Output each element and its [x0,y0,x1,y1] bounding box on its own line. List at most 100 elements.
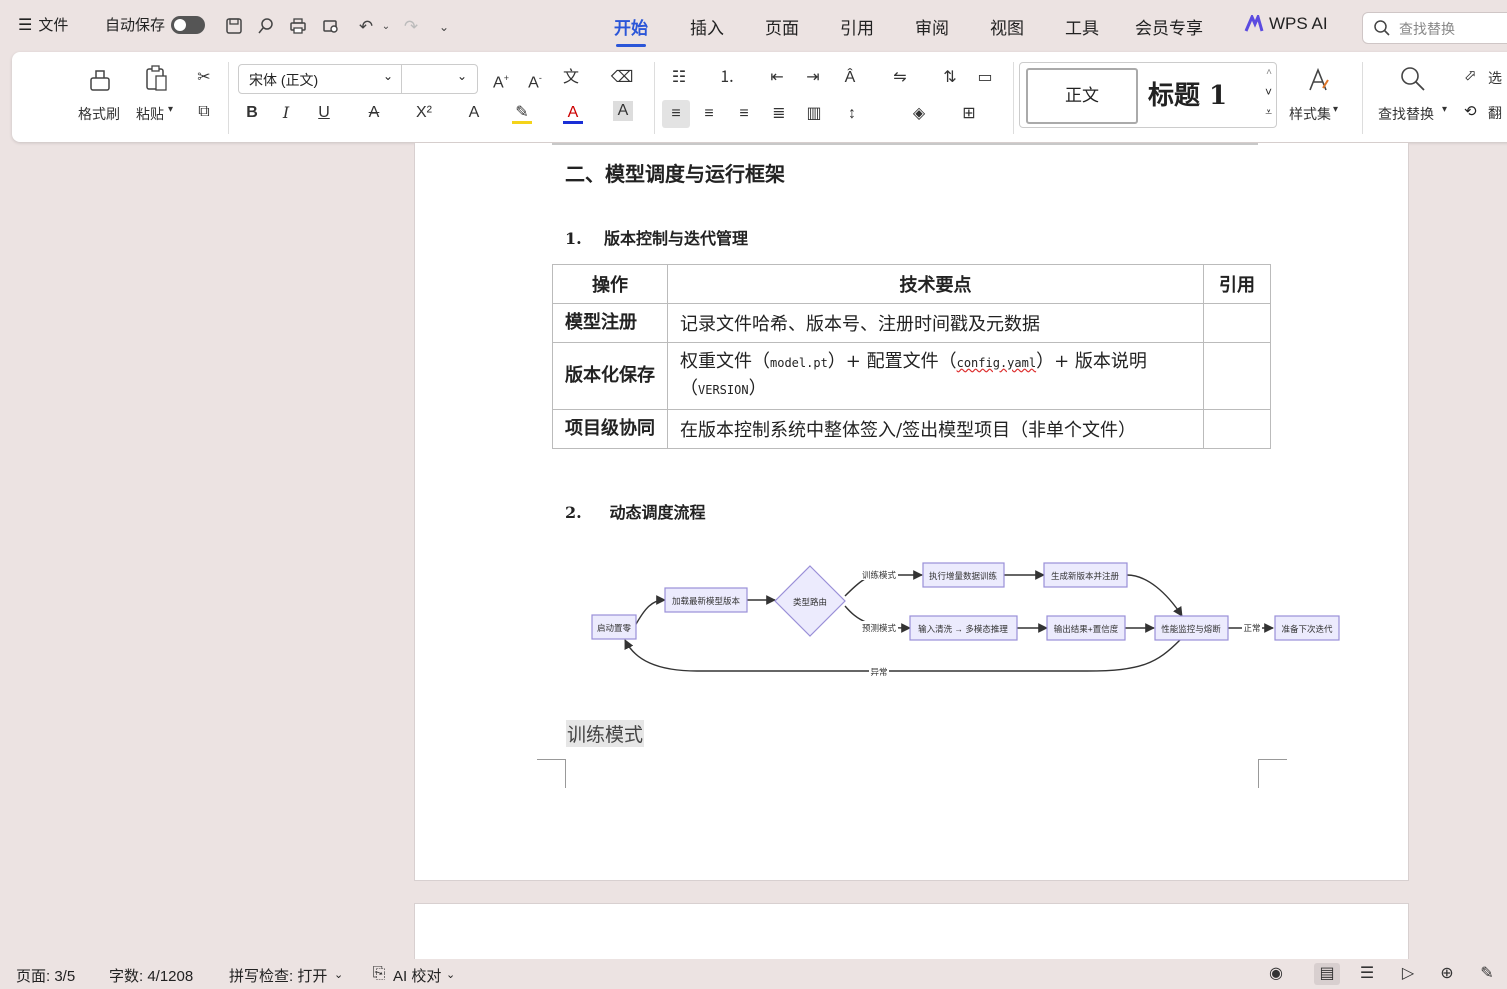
increase-font-icon[interactable]: A+ [489,66,513,91]
table-cell-op: 版本化保存 [552,342,668,410]
copy-icon[interactable]: ⧉ [192,100,216,124]
sort-az-icon[interactable]: ⇅ [938,66,962,90]
italic-icon[interactable]: I [274,101,298,125]
file-menu[interactable]: ☰ 文件 [18,14,68,35]
selected-text[interactable]: 训练模式 [566,720,645,747]
table-header: 技术要点 [667,264,1204,304]
ai-check-status[interactable]: AI 校对 [393,965,441,986]
phonetic-guide-icon[interactable]: 文 [559,66,583,90]
tab-view[interactable]: 视图 [990,14,1024,39]
table-cell-ref [1203,409,1271,449]
margin-corner-mark [1258,759,1287,788]
cut-icon[interactable]: ✂ [192,66,216,90]
code-run-misspelled: config.yaml [956,356,1037,370]
print-icon[interactable] [287,16,309,38]
tab-review[interactable]: 审阅 [915,14,949,39]
font-color-icon[interactable]: A [563,101,583,124]
align-center-icon[interactable]: ≡ [697,102,721,126]
customize-chevron-icon[interactable]: ⌄ [433,16,455,38]
style-normal[interactable]: 正文 [1026,68,1138,124]
tab-wps-ai[interactable]: WPS AI [1244,14,1328,34]
file-menu-label: 文件 [38,17,69,34]
spell-check-dropdown-icon[interactable]: ⌄ [334,968,343,981]
wps-ai-label: WPS AI [1269,14,1328,33]
print-preview-icon[interactable] [320,16,342,38]
align-left-icon[interactable]: ≡ [662,100,690,128]
ai-check-dropdown-icon[interactable]: ⌄ [446,968,455,981]
format-painter-button[interactable]: 格式刷 [72,64,132,124]
decrease-indent-icon[interactable]: ⇤ [765,66,789,90]
font-size-dropdown-icon[interactable]: ⌄ [457,69,467,83]
undo-dropdown-icon[interactable]: ⌄ [375,16,397,38]
table-cell-ref [1203,303,1271,343]
ai-check-icon: ⎘ [372,965,386,982]
borders-icon[interactable]: ⊞ [957,102,981,126]
page-indicator[interactable]: 页面: 3/5 [16,965,75,986]
outline-view-icon[interactable]: ☰ [1356,963,1378,985]
export-pdf-icon[interactable] [255,16,277,38]
autosave-toggle[interactable]: 自动保存 [105,14,206,35]
text-direction-icon[interactable]: Â [838,66,862,90]
style-heading-1[interactable]: 标题 1 [1148,75,1227,112]
bullet-list-icon[interactable]: ☷ [667,66,691,90]
numbered-list-icon[interactable]: ⒈ [715,66,739,90]
table-cell-op: 模型注册 [552,303,668,343]
show-marks-icon[interactable]: ▭ [973,66,997,90]
web-view-icon[interactable]: ⊕ [1436,963,1458,985]
play-icon[interactable]: ▷ [1397,963,1419,985]
align-right-icon[interactable]: ≡ [732,102,756,126]
style-set-button[interactable]: 样式集 ▾ [1287,64,1349,124]
next-page[interactable] [414,903,1409,964]
document-page[interactable]: 二、模型调度与运行框架 1. 版本控制与迭代管理 操作 技术要点 引用 模型注册… [414,143,1409,881]
text-effect-icon[interactable]: A [462,101,486,125]
underline-icon[interactable]: U [312,101,336,125]
dispatch-flowchart[interactable]: 启动置零 加载最新模型版本 类型路由 执行增量数据训练 生成新版本并注册 输入清… [587,548,1347,698]
strikethrough-icon[interactable]: A [362,101,386,125]
save-icon[interactable] [223,16,245,38]
style-scroll-down-icon[interactable]: ˅ [1265,85,1272,99]
table-row: 项目级协同 在版本控制系统中整体签入/签出模型项目（非单个文件） [552,409,1271,449]
find-replace-button[interactable]: 查找替换 ▾ [1376,64,1456,124]
distributed-icon[interactable]: ▥ [802,102,826,126]
style-set-icon [1309,67,1329,91]
eye-icon[interactable]: ◉ [1265,963,1287,985]
pen-icon[interactable]: ✎ [1476,963,1498,985]
style-set-label: 样式集 [1289,106,1331,122]
table-cell-point: 在版本控制系统中整体签入/签出模型项目（非单个文件） [667,409,1204,449]
find-replace-label: 查找替换 [1378,106,1434,122]
shading-icon[interactable]: ◈ [907,102,931,126]
page-view-icon[interactable]: ▤ [1314,963,1340,985]
tab-insert[interactable]: 插入 [690,14,724,39]
flow-node-register: 生成新版本并注册 [1051,571,1120,581]
tab-page[interactable]: 页面 [765,14,799,39]
word-count[interactable]: 字数: 4/1208 [109,965,193,986]
translate-label: 翻 [1488,105,1502,121]
table-cell-op: 项目级协同 [552,409,668,449]
paste-button[interactable]: 粘贴 ▾ [132,64,182,124]
clear-format-icon[interactable]: ⌫ [610,66,634,90]
spell-check-status[interactable]: 拼写检查: 打开 [229,965,327,986]
undo-icon[interactable]: ↶ [355,16,377,38]
superscript-icon[interactable]: X² [412,101,436,125]
search-box[interactable]: 查找替换 [1362,12,1507,44]
sort-icon[interactable]: ⇋ [888,66,912,90]
highlight-icon[interactable]: ✎ [512,101,532,124]
increase-indent-icon[interactable]: ⇥ [801,66,825,90]
tab-member[interactable]: 会员专享 [1135,14,1203,39]
flow-node-output: 输出结果+置信度 [1054,624,1119,634]
tab-tools[interactable]: 工具 [1065,14,1099,39]
style-more-icon[interactable]: ⩡ [1265,105,1272,120]
tab-references[interactable]: 引用 [840,14,874,39]
bold-icon[interactable]: B [240,101,264,125]
line-spacing-icon[interactable]: ↕ [840,102,864,126]
translate-button[interactable]: ⟲ 翻 [1464,102,1507,126]
font-selector[interactable]: 宋体 (正文) ⌄ ⌄ [238,64,478,94]
tab-home[interactable]: 开始 [614,14,648,47]
justify-icon[interactable]: ≣ [767,102,791,126]
decrease-font-icon[interactable]: A- [523,66,547,91]
ribbon-separator [1362,62,1363,134]
style-scroll-up-icon[interactable]: ˄ [1266,67,1272,78]
select-button[interactable]: ⬀ 选 [1464,66,1507,90]
char-shading-icon[interactable]: A [613,101,633,121]
redo-icon[interactable]: ↷ [400,16,422,38]
